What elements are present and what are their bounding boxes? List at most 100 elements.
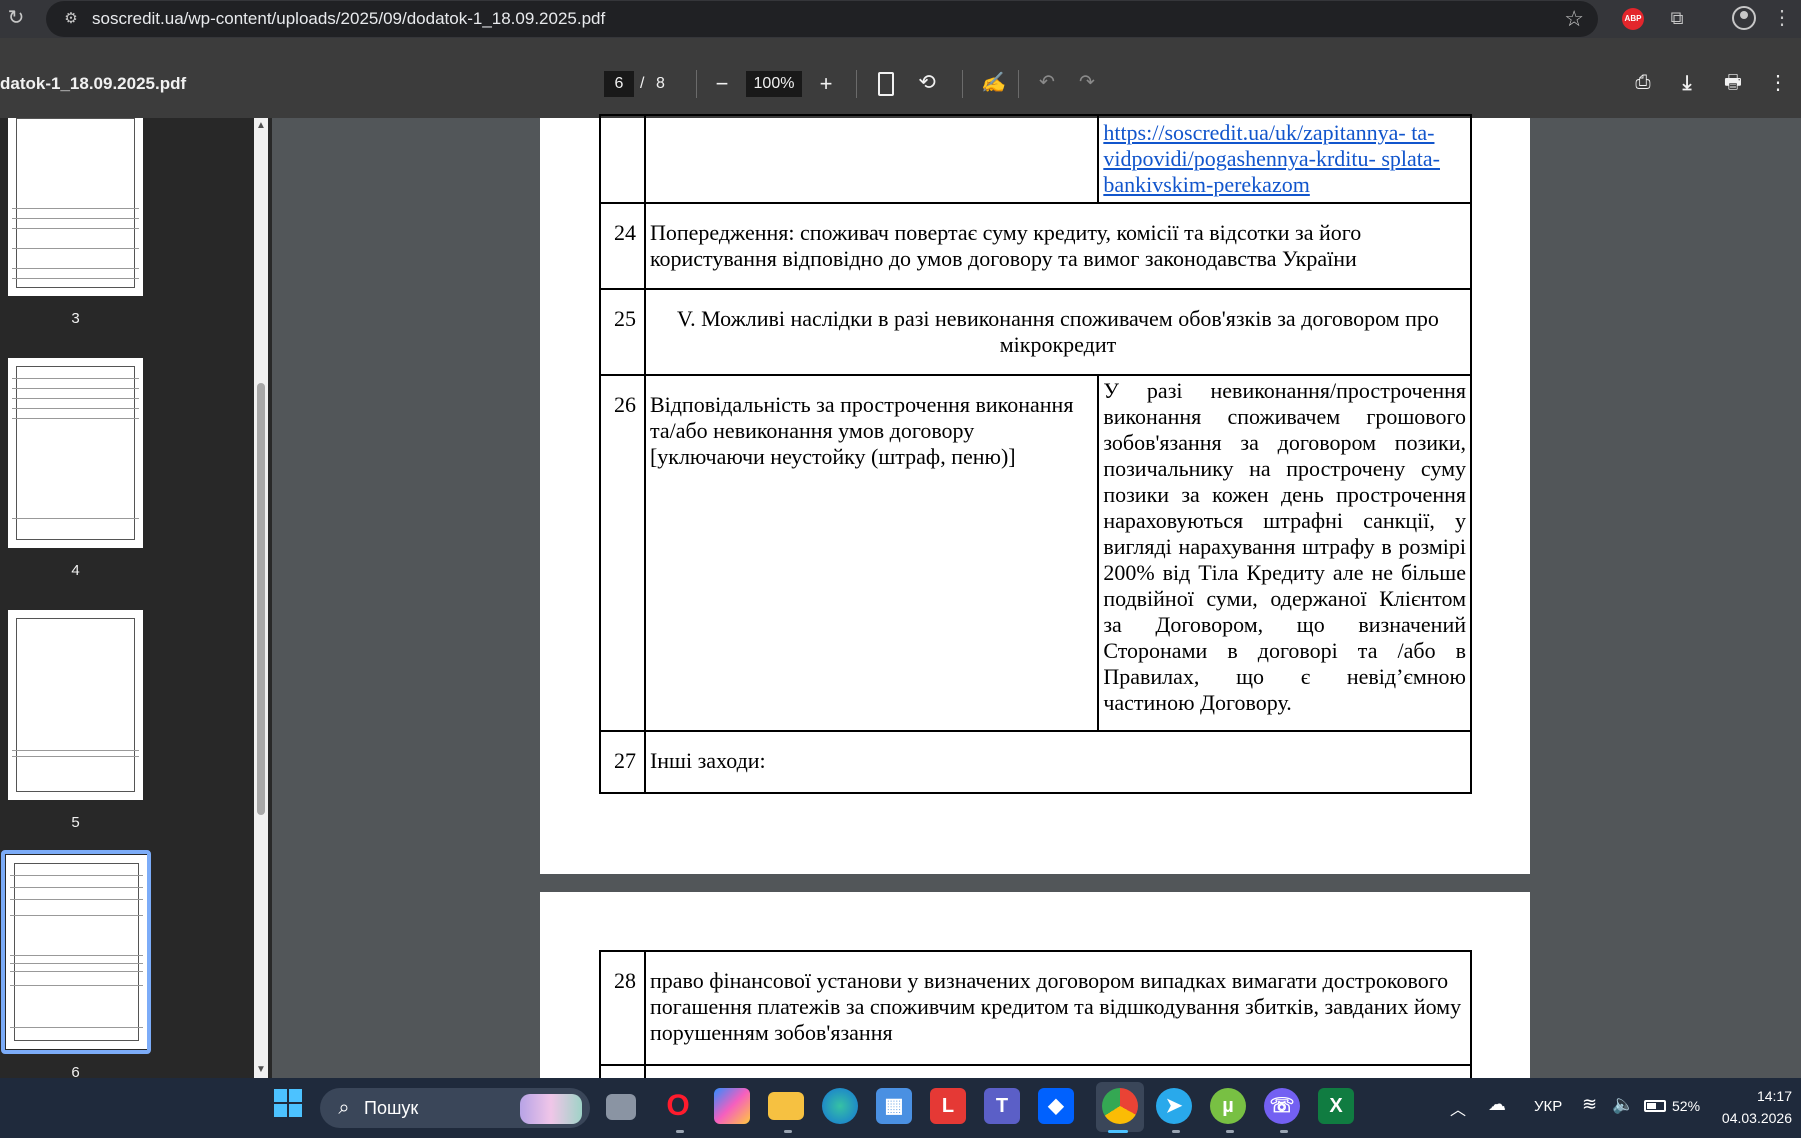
wifi-icon[interactable]: ≋ <box>1582 1094 1597 1115</box>
search-highlight-image <box>520 1094 582 1124</box>
teams-icon[interactable]: T <box>984 1088 1020 1124</box>
sidebar-scrollbar-thumb[interactable] <box>257 383 265 815</box>
row-text: Інші заходи: <box>643 730 1473 794</box>
language-indicator[interactable]: УКР <box>1534 1098 1562 1115</box>
edge-icon[interactable] <box>822 1088 858 1124</box>
row-right-cell: https://soscredit.ua/uk/zapitannya- ta- … <box>1097 114 1472 204</box>
download-icon[interactable]: ⤓ <box>1675 70 1699 96</box>
reload-icon[interactable]: ↻ <box>4 6 28 30</box>
more-actions-icon[interactable]: ⋮ <box>1768 70 1788 96</box>
row-number: 25 <box>599 288 646 376</box>
lightshot-icon[interactable]: L <box>930 1088 966 1124</box>
row-number <box>599 1064 646 1078</box>
taskbar: ⌕ Пошук O ▦ L T ◆ ➤ µ ☏ X ︿ ☁ УКР ≋ 🔈 52… <box>0 1078 1801 1138</box>
chrome-icon[interactable] <box>1102 1088 1138 1124</box>
file-explorer-icon[interactable] <box>768 1092 804 1120</box>
profile-avatar-icon[interactable] <box>1732 6 1756 30</box>
document-table: https://soscredit.ua/uk/zapitannya- ta- … <box>599 114 1473 794</box>
thumbnail-page-3[interactable] <box>8 118 143 296</box>
link-text[interactable]: bankivskim-perekazom <box>1103 172 1466 198</box>
store-icon[interactable]: ▦ <box>876 1088 912 1124</box>
row-number: 26 <box>599 374 646 732</box>
excel-icon[interactable]: X <box>1318 1088 1354 1124</box>
viber-icon[interactable]: ☏ <box>1264 1088 1300 1124</box>
thumbnail-label: 3 <box>71 310 80 327</box>
clock-date[interactable]: 04.03.2026 <box>1710 1110 1792 1126</box>
clock-time[interactable]: 14:17 <box>1720 1088 1792 1104</box>
toolbar-divider <box>962 70 963 98</box>
toolbar-divider <box>696 70 697 98</box>
row-number <box>599 114 646 204</box>
thumbnail-label: 6 <box>71 1064 80 1078</box>
link-text[interactable]: vidpovidi/pogashennya-krditu- splata- <box>1103 146 1466 172</box>
annotate-pen-icon[interactable]: ✍ <box>980 70 1006 96</box>
active-indicator <box>1108 1130 1128 1133</box>
browser-toolbar: ↻ ⚙ soscredit.ua/wp-content/uploads/2025… <box>0 0 1801 38</box>
table-row: 25 V. Можливі наслідки в разі невиконанн… <box>599 288 1473 376</box>
zoom-out-button[interactable]: − <box>710 71 734 97</box>
document-title: datok-1_18.09.2025.pdf <box>0 74 187 93</box>
table-row: https://soscredit.ua/uk/zapitannya- ta- … <box>599 114 1472 204</box>
table-row: 28 право фінансової установи у визначени… <box>599 950 1473 1066</box>
table-row: 24 Попередження: споживач повертає суму … <box>599 202 1473 290</box>
page-separator: / <box>640 75 645 92</box>
link-text[interactable]: https://soscredit.ua/uk/zapitannya- ta- <box>1103 120 1466 146</box>
running-indicator <box>784 1130 792 1133</box>
opera-icon[interactable]: O <box>660 1088 696 1124</box>
print-icon[interactable]: 🖶 <box>1720 70 1746 96</box>
pdf-page: https://soscredit.ua/uk/zapitannya- ta- … <box>540 114 1530 874</box>
thumbnail-page-6[interactable] <box>6 855 147 1049</box>
page-number-input[interactable]: 6 <box>604 71 634 97</box>
dropbox-icon[interactable]: ◆ <box>1038 1088 1074 1124</box>
row-number: 24 <box>599 202 646 290</box>
browser-menu-icon[interactable]: ⋮ <box>1772 6 1792 30</box>
site-info-icon[interactable]: ⚙ <box>60 9 82 29</box>
adblock-extension-icon[interactable]: ABP <box>1622 8 1644 30</box>
extensions-puzzle-icon[interactable]: ⧉ <box>1665 6 1689 30</box>
zoom-input[interactable]: 100% <box>746 71 802 97</box>
copilot-icon[interactable] <box>714 1088 750 1124</box>
page-total: 8 <box>656 75 665 92</box>
section-heading: V. Можливі наслідки в разі невиконання с… <box>643 288 1473 376</box>
row-text <box>643 1064 1473 1078</box>
save-to-drive-icon[interactable]: ⎙ <box>1630 70 1656 96</box>
undo-icon[interactable]: ↶ <box>1036 70 1058 96</box>
url-text[interactable]: soscredit.ua/wp-content/uploads/2025/09/… <box>92 1 605 37</box>
scroll-up-arrow-icon[interactable]: ▲ <box>254 118 268 134</box>
toolbar-divider <box>856 70 857 98</box>
tray-overflow-chevron-icon[interactable]: ︿ <box>1450 1096 1466 1120</box>
row-number: 28 <box>599 950 646 1066</box>
thumbnail-page-5[interactable] <box>8 610 143 800</box>
fit-page-icon[interactable] <box>878 72 894 96</box>
battery-icon[interactable] <box>1644 1100 1666 1112</box>
row-text: Попередження: споживач повертає суму кре… <box>643 202 1473 290</box>
scroll-down-arrow-icon[interactable]: ▼ <box>254 1062 268 1078</box>
bookmark-star-icon[interactable]: ☆ <box>1564 7 1584 31</box>
table-row: 26 Відповідальність за прострочення вико… <box>599 374 1472 732</box>
running-indicator <box>1280 1130 1288 1133</box>
file-manager-icon[interactable] <box>606 1094 636 1120</box>
zoom-in-button[interactable]: + <box>814 71 838 97</box>
running-indicator <box>676 1130 684 1133</box>
row-left-cell <box>643 114 1100 204</box>
row-right-cell: У разі невиконання/прострочення виконанн… <box>1097 374 1472 732</box>
thumbnail-page-4[interactable] <box>8 358 143 548</box>
onedrive-cloud-icon[interactable]: ☁ <box>1488 1094 1506 1115</box>
rotate-icon[interactable]: ⟲ <box>914 70 940 96</box>
redo-icon[interactable]: ↷ <box>1076 70 1098 96</box>
table-row <box>599 1064 1473 1078</box>
volume-icon[interactable]: 🔈 <box>1612 1094 1634 1115</box>
taskbar-search[interactable]: ⌕ Пошук <box>320 1088 590 1128</box>
row-number: 27 <box>599 730 646 794</box>
running-indicator <box>1172 1130 1180 1133</box>
thumbnail-label: 4 <box>71 562 80 579</box>
utorrent-icon[interactable]: µ <box>1210 1088 1246 1124</box>
thumbnail-label: 5 <box>71 814 80 831</box>
windows-start-icon[interactable] <box>270 1088 306 1124</box>
telegram-icon[interactable]: ➤ <box>1156 1088 1192 1124</box>
address-bar[interactable]: ⚙ soscredit.ua/wp-content/uploads/2025/0… <box>46 1 1598 37</box>
row-left-cell: Відповідальність за прострочення виконан… <box>643 374 1100 732</box>
row-text: право фінансової установи у визначених д… <box>643 950 1473 1066</box>
toolbar-divider <box>1018 70 1019 98</box>
search-label: Пошук <box>364 1098 419 1118</box>
